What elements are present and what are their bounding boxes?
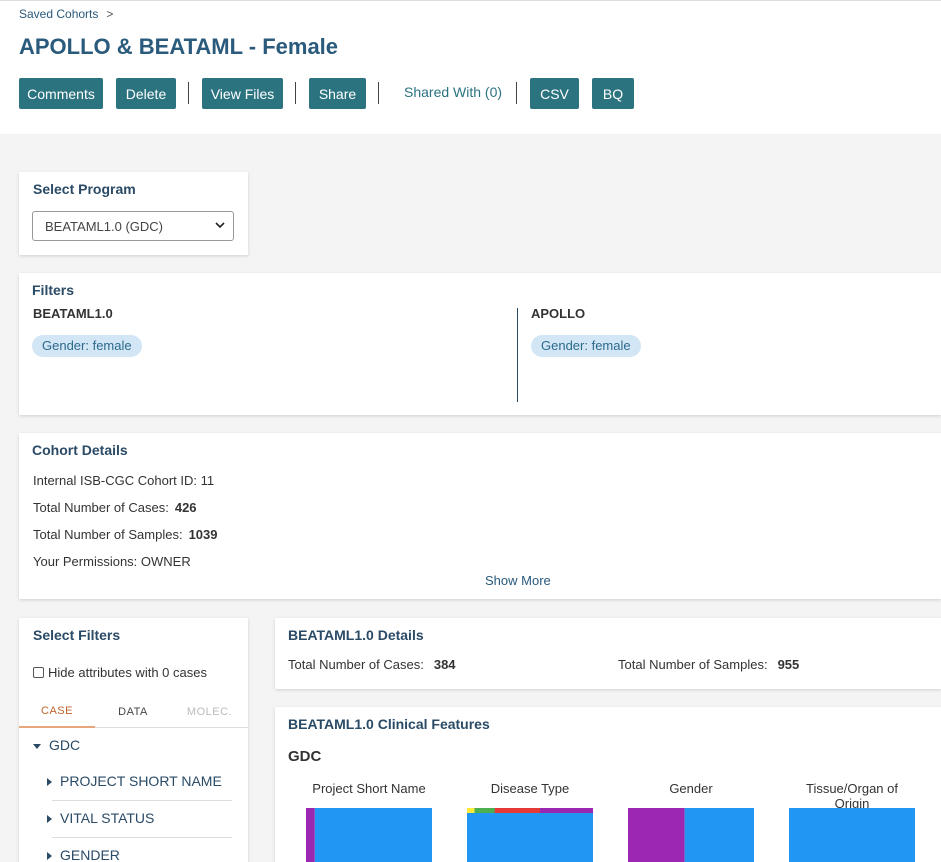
total-cases-label: Total Number of Cases: bbox=[33, 500, 169, 515]
toolbar-divider bbox=[516, 82, 517, 104]
chart-bar-segment[interactable] bbox=[628, 808, 685, 862]
toolbar-divider bbox=[295, 82, 296, 104]
chevron-down-icon bbox=[215, 222, 225, 229]
delete-button[interactable]: Delete bbox=[116, 78, 176, 109]
caret-down-icon bbox=[33, 743, 41, 749]
program-details-title: BEATAML1.0 Details bbox=[288, 627, 424, 643]
toolbar-divider bbox=[378, 82, 379, 104]
cohort-id-line: Internal ISB-CGC Cohort ID: 11 bbox=[33, 473, 215, 488]
total-samples-line: Total Number of Samples: 1039 bbox=[33, 527, 218, 542]
tab-data[interactable]: DATA bbox=[95, 695, 171, 728]
caret-right-icon bbox=[47, 815, 52, 824]
filters-card: Filters BEATAML1.0 Gender: female APOLLO… bbox=[19, 273, 941, 415]
page-title: APOLLO & BEATAML - Female bbox=[19, 34, 339, 59]
tree-group-label: GDC bbox=[49, 737, 81, 753]
cohort-details-title: Cohort Details bbox=[32, 442, 128, 458]
caret-right-icon bbox=[47, 852, 52, 861]
tree-group-gdc[interactable]: GDC bbox=[33, 737, 80, 753]
row-divider bbox=[52, 837, 232, 838]
total-cases-value: 426 bbox=[174, 500, 197, 515]
program-select[interactable]: BEATAML1.0 (GDC) bbox=[32, 211, 234, 241]
program-samples-value: 955 bbox=[777, 657, 800, 672]
toolbar-divider bbox=[188, 82, 189, 104]
shared-with-link[interactable]: Shared With (0) bbox=[404, 84, 502, 100]
filter-item-vital-status[interactable]: VITAL STATUS bbox=[47, 810, 154, 826]
filter-pill-gender[interactable]: Gender: female bbox=[531, 335, 641, 357]
filter-item-gender[interactable]: GENDER bbox=[47, 847, 120, 862]
program-cases-line: Total Number of Cases: 384 bbox=[288, 657, 456, 672]
tab-molecular[interactable]: MOLEC. bbox=[171, 695, 248, 728]
program-cases-label: Total Number of Cases: bbox=[288, 657, 424, 672]
program-details-card: BEATAML1.0 Details Total Number of Cases… bbox=[275, 618, 941, 689]
hide-zero-label: Hide attributes with 0 cases bbox=[48, 665, 207, 680]
chart-bar-segment[interactable] bbox=[789, 808, 915, 862]
row-divider bbox=[52, 800, 232, 801]
chart-bar-segment[interactable] bbox=[540, 808, 593, 813]
view-files-button[interactable]: View Files bbox=[202, 78, 283, 109]
filter-pill-gender[interactable]: Gender: female bbox=[32, 335, 142, 357]
total-samples-value: 1039 bbox=[188, 527, 218, 542]
filters-title: Filters bbox=[32, 282, 75, 298]
hide-zero-checkbox-row[interactable]: Hide attributes with 0 cases bbox=[33, 665, 207, 680]
filter-tabs: CASE DATA MOLEC. bbox=[19, 695, 248, 728]
header: Saved Cohorts > APOLLO & BEATAML - Female… bbox=[0, 0, 941, 134]
filter-item-project-short-name[interactable]: PROJECT SHORT NAME bbox=[47, 773, 222, 789]
select-filters-card: Select Filters Hide attributes with 0 ca… bbox=[19, 618, 248, 862]
filters-divider bbox=[517, 308, 518, 402]
chart-bar-segment[interactable] bbox=[494, 808, 541, 813]
total-cases-line: Total Number of Cases: 426 bbox=[33, 500, 197, 515]
chart-bar-segment[interactable] bbox=[306, 808, 315, 862]
comments-button[interactable]: Comments bbox=[19, 78, 103, 109]
tab-case[interactable]: CASE bbox=[19, 695, 95, 728]
select-filters-title: Select Filters bbox=[33, 627, 121, 643]
bq-button[interactable]: BQ bbox=[592, 78, 634, 109]
chart-bar-segment[interactable] bbox=[684, 808, 754, 862]
clinical-features-card: BEATAML1.0 Clinical Features GDC Project… bbox=[275, 707, 941, 862]
program-samples-label: Total Number of Samples: bbox=[618, 657, 768, 672]
filter-program-name: BEATAML1.0 bbox=[33, 306, 113, 321]
chart-bar-segment[interactable] bbox=[467, 808, 475, 813]
breadcrumb-separator: > bbox=[106, 7, 114, 21]
chart-bar-segment[interactable] bbox=[314, 808, 432, 862]
select-program-title: Select Program bbox=[33, 181, 136, 197]
cohort-details-card: Cohort Details Internal ISB-CGC Cohort I… bbox=[19, 433, 941, 599]
chart-bar-segment[interactable] bbox=[474, 808, 495, 813]
filter-item-label: GENDER bbox=[60, 847, 120, 862]
filter-program-name: APOLLO bbox=[531, 306, 586, 321]
filter-item-label: VITAL STATUS bbox=[60, 810, 155, 826]
show-more-link[interactable]: Show More bbox=[485, 573, 551, 588]
program-select-value: BEATAML1.0 (GDC) bbox=[45, 219, 163, 234]
chart-bar-segment[interactable] bbox=[467, 808, 593, 862]
breadcrumb: Saved Cohorts > bbox=[19, 7, 113, 21]
total-samples-label: Total Number of Samples: bbox=[33, 527, 183, 542]
share-button[interactable]: Share bbox=[309, 78, 366, 109]
caret-right-icon bbox=[47, 778, 52, 787]
program-cases-value: 384 bbox=[433, 657, 456, 672]
filter-item-label: PROJECT SHORT NAME bbox=[60, 773, 222, 789]
breadcrumb-link-saved-cohorts[interactable]: Saved Cohorts bbox=[19, 7, 98, 21]
hide-zero-checkbox[interactable] bbox=[33, 667, 44, 678]
select-program-card: Select Program BEATAML1.0 (GDC) bbox=[19, 172, 248, 255]
permissions-line: Your Permissions: OWNER bbox=[33, 554, 191, 569]
clinical-charts bbox=[306, 808, 915, 862]
program-samples-line: Total Number of Samples: 955 bbox=[618, 657, 799, 672]
csv-button[interactable]: CSV bbox=[530, 78, 579, 109]
